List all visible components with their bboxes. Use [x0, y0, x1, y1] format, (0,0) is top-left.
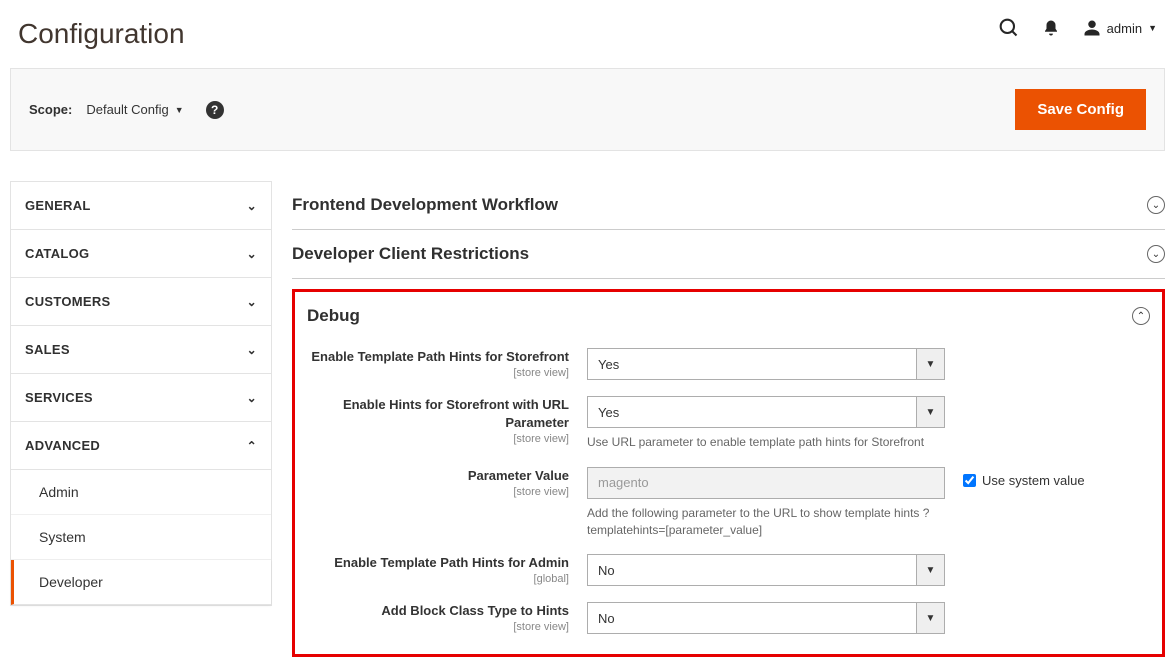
page-title: Configuration [18, 18, 185, 50]
field-note: Use URL parameter to enable template pat… [587, 434, 945, 451]
checkbox-label: Use system value [982, 473, 1085, 488]
chevron-down-icon: ▼ [916, 603, 944, 633]
chevron-down-icon: ⌄ [247, 199, 257, 213]
use-system-value-checkbox[interactable] [963, 474, 976, 487]
select-value: Yes [588, 349, 916, 379]
chevron-down-icon: ⌄ [247, 391, 257, 405]
field-scope: [store view] [307, 486, 569, 498]
admin-dropdown[interactable]: admin ▼ [1083, 19, 1157, 37]
field-label: Parameter Value [468, 468, 569, 483]
collapse-icon: ⌃ [1132, 307, 1150, 325]
enable-admin-hints-select[interactable]: No ▼ [587, 554, 945, 586]
field-note: Add the following parameter to the URL t… [587, 505, 945, 539]
chevron-down-icon: ▼ [175, 105, 184, 115]
expand-icon: ⌄ [1147, 245, 1165, 263]
section-debug[interactable]: Debug ⌃ [295, 292, 1162, 340]
sidebar-section-catalog[interactable]: CATALOG⌄ [11, 230, 271, 277]
field-label: Enable Hints for Storefront with URL Par… [343, 397, 569, 430]
admin-label: admin [1107, 21, 1142, 36]
field-label: Enable Template Path Hints for Admin [334, 555, 569, 570]
add-block-class-hints-select[interactable]: No ▼ [587, 602, 945, 634]
field-label: Enable Template Path Hints for Storefron… [311, 349, 569, 364]
expand-icon: ⌄ [1147, 196, 1165, 214]
scope-value: Default Config [86, 102, 168, 117]
section-client-restrictions[interactable]: Developer Client Restrictions ⌄ [292, 230, 1165, 279]
chevron-down-icon: ⌄ [247, 247, 257, 261]
select-value: Yes [588, 397, 916, 427]
section-debug-highlighted: Debug ⌃ Enable Template Path Hints for S… [292, 289, 1165, 657]
search-icon[interactable] [999, 18, 1019, 38]
section-title: Developer Client Restrictions [292, 244, 529, 264]
section-frontend-workflow[interactable]: Frontend Development Workflow ⌄ [292, 181, 1165, 230]
scope-selector[interactable]: Default Config ▼ [86, 102, 183, 117]
sidebar-section-sales[interactable]: SALES⌄ [11, 326, 271, 373]
sidebar-section-general[interactable]: GENERAL⌄ [11, 182, 271, 229]
chevron-down-icon: ⌄ [247, 295, 257, 309]
sidebar-section-advanced[interactable]: ADVANCED⌃ [11, 422, 271, 469]
config-sidebar: GENERAL⌄ CATALOG⌄ CUSTOMERS⌄ SALES⌄ SERV… [10, 181, 272, 657]
field-scope: [store view] [307, 433, 569, 445]
sidebar-section-customers[interactable]: CUSTOMERS⌄ [11, 278, 271, 325]
help-icon[interactable]: ? [206, 101, 224, 119]
chevron-down-icon: ▼ [916, 349, 944, 379]
enable-storefront-hints-select[interactable]: Yes ▼ [587, 348, 945, 380]
save-config-button[interactable]: Save Config [1015, 89, 1146, 130]
select-value: No [588, 603, 916, 633]
field-scope: [store view] [307, 367, 569, 379]
select-value: No [588, 555, 916, 585]
section-title: Debug [307, 306, 360, 326]
sidebar-item-admin[interactable]: Admin [11, 470, 271, 515]
scope-label: Scope: [29, 102, 72, 117]
user-icon [1083, 19, 1101, 37]
field-label: Add Block Class Type to Hints [381, 603, 569, 618]
section-title: Frontend Development Workflow [292, 195, 558, 215]
chevron-down-icon: ▼ [916, 397, 944, 427]
sidebar-item-developer[interactable]: Developer [11, 560, 271, 605]
chevron-down-icon: ⌄ [247, 343, 257, 357]
enable-url-param-hints-select[interactable]: Yes ▼ [587, 396, 945, 428]
chevron-up-icon: ⌃ [247, 439, 257, 453]
notification-icon[interactable] [1041, 18, 1061, 38]
chevron-down-icon: ▼ [1148, 23, 1157, 33]
parameter-value-input [587, 467, 945, 499]
field-scope: [global] [307, 573, 569, 585]
sidebar-item-system[interactable]: System [11, 515, 271, 560]
field-scope: [store view] [307, 621, 569, 633]
sidebar-section-services[interactable]: SERVICES⌄ [11, 374, 271, 421]
chevron-down-icon: ▼ [916, 555, 944, 585]
